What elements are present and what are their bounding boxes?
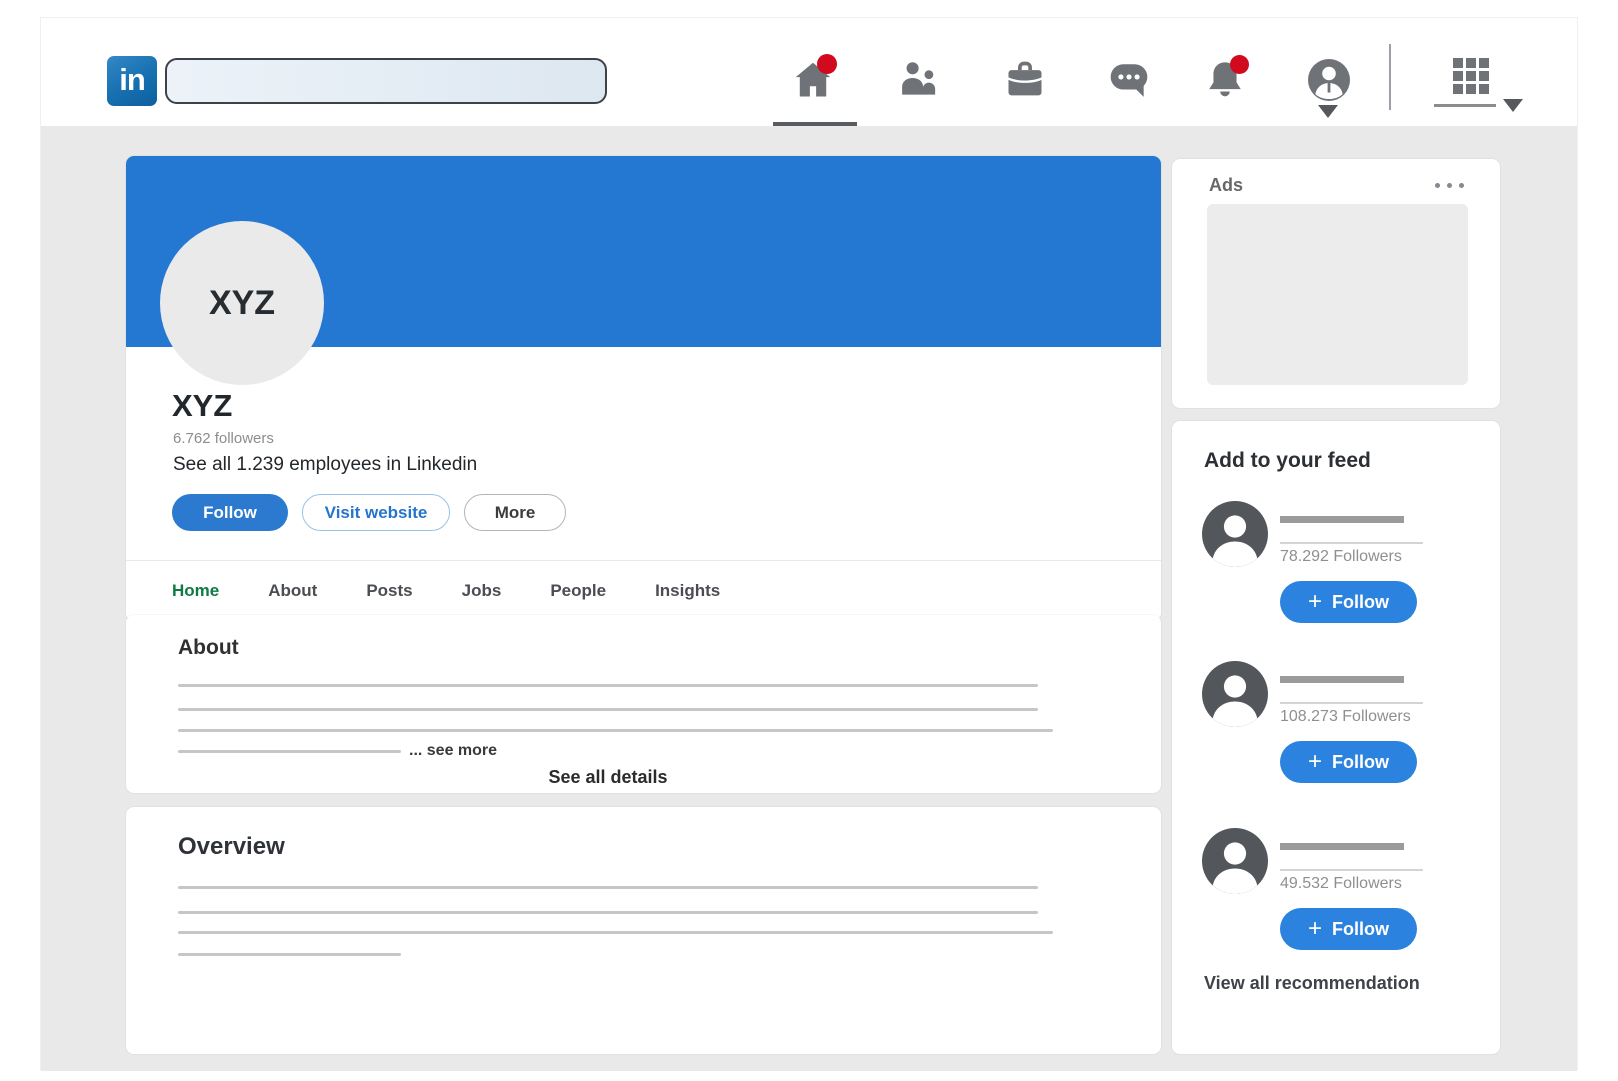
chevron-down-icon (1318, 105, 1338, 118)
feed-suggestion-item: 49.532 Followers + Follow (1202, 828, 1470, 950)
company-name: XYZ (172, 388, 232, 424)
ad-placeholder (1207, 204, 1468, 385)
text-placeholder-line (178, 729, 1053, 732)
person-avatar[interactable] (1202, 828, 1268, 894)
name-placeholder (1280, 516, 1404, 523)
follower-count: 108.273 Followers (1280, 708, 1411, 726)
action-buttons: Follow Visit website More (172, 494, 566, 531)
network-icon (897, 89, 941, 106)
ads-menu-icon[interactable] (1435, 179, 1464, 192)
see-all-details-link[interactable]: See all details (178, 767, 1038, 788)
overview-section-card: Overview (126, 807, 1161, 1054)
profile-tabs: Home About Posts Jobs People Insights (126, 560, 1161, 621)
follow-button[interactable]: + Follow (1280, 908, 1417, 950)
chat-icon (1107, 89, 1151, 106)
page-content: XYZ XYZ 6.762 followers See all 1.239 em… (41, 126, 1577, 1071)
search-input[interactable] (165, 58, 607, 104)
feed-suggestion-item: 108.273 Followers + Follow (1202, 661, 1470, 783)
about-title: About (178, 636, 239, 660)
follow-label: Follow (1332, 592, 1389, 613)
feed-suggestion-item: 78.292 Followers + Follow (1202, 501, 1470, 623)
see-more-link[interactable]: ... see more (409, 742, 497, 760)
nav-home-button[interactable] (791, 58, 835, 102)
employees-link[interactable]: See all 1.239 employees in Linkedin (173, 454, 477, 476)
ads-label: Ads (1209, 175, 1243, 196)
text-placeholder-line (178, 886, 1038, 889)
home-notification-dot (817, 54, 837, 74)
text-placeholder-line (178, 911, 1038, 914)
follow-label: Follow (1332, 752, 1389, 773)
name-placeholder (1280, 676, 1404, 683)
tab-home[interactable]: Home (172, 561, 219, 621)
visit-website-button[interactable]: Visit website (302, 494, 450, 531)
tab-about[interactable]: About (268, 561, 317, 621)
followers-count: 6.762 followers (173, 430, 274, 447)
divider (1280, 702, 1423, 704)
nav-me-button[interactable] (1307, 58, 1351, 102)
tab-people[interactable]: People (550, 561, 606, 621)
about-section-card: About ... see more See all details (126, 615, 1161, 793)
tab-posts[interactable]: Posts (366, 561, 412, 621)
more-button[interactable]: More (464, 494, 566, 531)
follow-button[interactable]: + Follow (1280, 741, 1417, 783)
text-placeholder-line (178, 953, 401, 956)
follow-button[interactable]: Follow (172, 494, 288, 531)
nav-messaging-button[interactable] (1107, 58, 1151, 102)
follower-count: 49.532 Followers (1280, 875, 1402, 893)
nav-network-button[interactable] (897, 58, 941, 102)
tab-jobs[interactable]: Jobs (462, 561, 502, 621)
person-avatar[interactable] (1202, 501, 1268, 567)
ads-card: Ads (1172, 159, 1500, 408)
divider (1280, 869, 1423, 871)
home-icon (791, 89, 835, 106)
text-placeholder-line (178, 750, 401, 753)
company-profile-card: XYZ XYZ 6.762 followers See all 1.239 em… (126, 156, 1161, 621)
app-window: in (40, 17, 1578, 1070)
nav-notifications-button[interactable] (1203, 58, 1247, 102)
profile-icon (1307, 89, 1351, 106)
bell-notification-dot (1230, 55, 1249, 74)
name-placeholder (1280, 843, 1404, 850)
overview-title: Overview (178, 833, 285, 861)
text-placeholder-line (178, 708, 1038, 711)
view-all-recommendations-link[interactable]: View all recommendation (1204, 973, 1420, 994)
apps-grid-icon (1453, 58, 1489, 94)
follow-button[interactable]: + Follow (1280, 581, 1417, 623)
top-nav: in (41, 18, 1577, 126)
text-placeholder-line (178, 684, 1038, 687)
divider (1280, 542, 1423, 544)
person-avatar[interactable] (1202, 661, 1268, 727)
briefcase-icon (1003, 89, 1047, 106)
nav-jobs-button[interactable] (1003, 58, 1047, 102)
chevron-down-icon (1503, 99, 1523, 112)
add-to-feed-card: Add to your feed 78.292 Followers + Foll… (1172, 421, 1500, 1054)
follow-label: Follow (1332, 919, 1389, 940)
tab-insights[interactable]: Insights (655, 561, 720, 621)
linkedin-logo[interactable]: in (107, 56, 157, 106)
text-placeholder-line (178, 931, 1053, 934)
bell-icon (1203, 89, 1247, 106)
apps-underline (1434, 104, 1496, 107)
company-avatar[interactable]: XYZ (160, 221, 324, 385)
follower-count: 78.292 Followers (1280, 548, 1402, 566)
feed-title: Add to your feed (1204, 449, 1371, 473)
nav-divider (1389, 44, 1391, 110)
